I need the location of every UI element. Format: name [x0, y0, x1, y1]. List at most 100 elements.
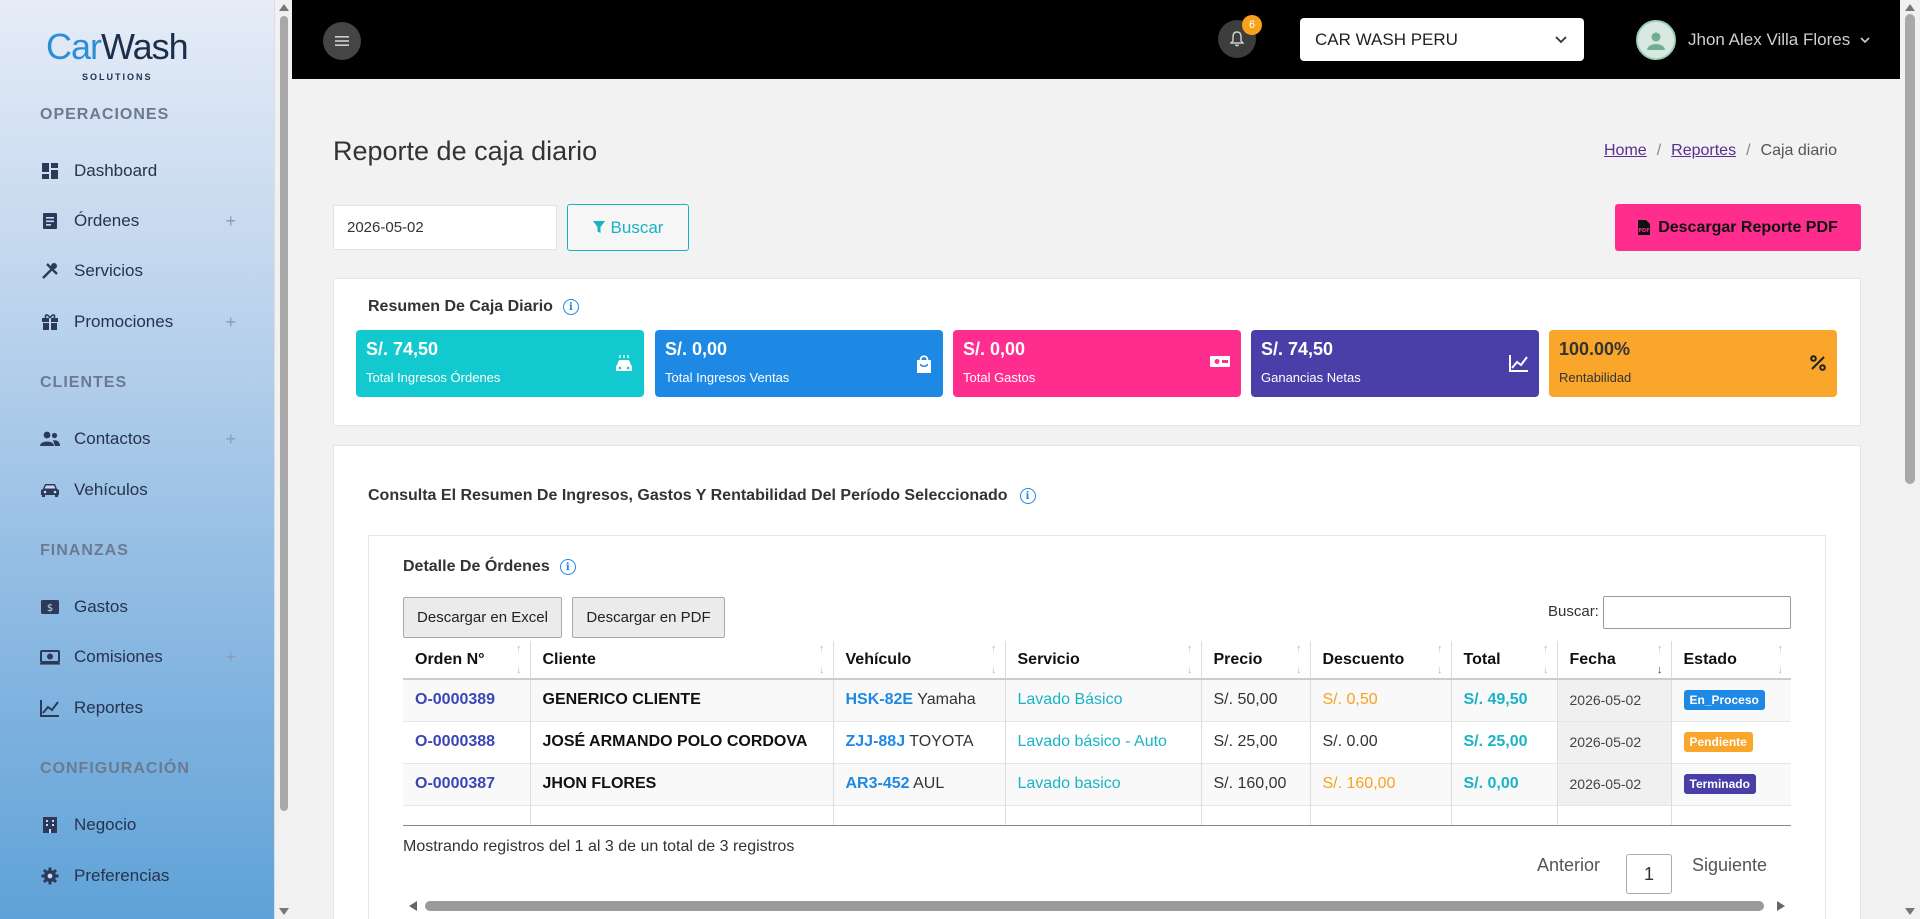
table-horizontal-scrollbar[interactable]	[403, 899, 1791, 913]
info-icon[interactable]: i	[1019, 488, 1036, 504]
status-cell: En_Proceso	[1671, 678, 1791, 721]
order-number-link[interactable]: O-0000388	[403, 720, 531, 763]
column-header[interactable]: Cliente ↑ ↓	[530, 641, 834, 679]
sidebar-item-servicios[interactable]: Servicios	[40, 253, 236, 289]
summary-title-text: Resumen De Caja Diario	[368, 298, 553, 315]
notifications-button[interactable]: 6	[1218, 15, 1262, 58]
plate-link[interactable]: HSK-82E	[846, 691, 914, 708]
card-rentabilidad: 100.00% Rentabilidad	[1549, 330, 1837, 397]
business-select[interactable]: CAR WASH PERU	[1300, 18, 1584, 61]
column-header[interactable]: Total ↑ ↓	[1451, 641, 1558, 679]
sidebar-item-reportes[interactable]: Reportes	[40, 690, 236, 726]
scroll-up-arrow[interactable]	[1905, 4, 1915, 11]
status-cell: Pendiente	[1671, 720, 1791, 763]
sidebar-item-contactos[interactable]: Contactos +	[40, 421, 236, 457]
column-header-label: Vehículo	[845, 650, 912, 668]
column-header[interactable]: Descuento ↑ ↓	[1310, 641, 1452, 679]
sidebar-item-gastos[interactable]: $ Gastos	[40, 589, 236, 625]
pagination-page[interactable]: 1	[1626, 854, 1672, 894]
breadcrumb-current: Caja diario	[1760, 142, 1837, 159]
scroll-left-arrow[interactable]	[409, 901, 417, 911]
column-header[interactable]: Vehículo ↑ ↓	[833, 641, 1006, 679]
sidebar-item-vehiculos[interactable]: Vehículos	[40, 472, 236, 508]
gear-icon	[40, 866, 60, 886]
user-menu[interactable]: Jhon Alex Villa Flores	[1636, 20, 1870, 60]
plate-link[interactable]: AR3-452	[846, 775, 910, 792]
orders-title-text: Detalle De Órdenes	[403, 558, 550, 575]
column-header[interactable]: Servicio ↑ ↓	[1005, 641, 1202, 679]
breadcrumb-separator: /	[1656, 142, 1662, 159]
table-row: O-0000388 JOSÉ ARMANDO POLO CORDOVA ZJJ-…	[403, 720, 1791, 763]
chart-line-icon	[1509, 355, 1528, 372]
scroll-down-arrow[interactable]	[1905, 908, 1915, 915]
expand-plus-icon[interactable]: +	[225, 429, 236, 450]
plate-link[interactable]: ZJJ-88J	[846, 733, 906, 750]
expand-plus-icon[interactable]: +	[225, 312, 236, 333]
sidebar-item-ordenes[interactable]: Órdenes +	[40, 203, 236, 239]
horizontal-scroll-thumb[interactable]	[425, 901, 1764, 911]
expand-plus-icon[interactable]: +	[225, 211, 236, 232]
date-input[interactable]: 2026-05-02	[333, 205, 557, 250]
breadcrumb-reportes-link[interactable]: Reportes	[1671, 142, 1736, 160]
column-header-label: Precio	[1213, 650, 1263, 668]
sidebar-scrollbar[interactable]	[274, 0, 292, 919]
order-number-link[interactable]: O-0000389	[403, 678, 531, 721]
scroll-down-arrow[interactable]	[279, 908, 289, 915]
page-scroll-thumb[interactable]	[1905, 14, 1915, 484]
table-search-label: Buscar:	[1548, 603, 1599, 620]
download-excel-button[interactable]: Descargar en Excel	[403, 597, 562, 638]
price-cell: S/. 160,00	[1201, 762, 1311, 805]
sidebar-item-preferencias[interactable]: Preferencias	[40, 858, 236, 894]
sort-asc-icon: ↑	[1187, 643, 1193, 655]
total-cell: S/. 25,00	[1451, 720, 1558, 763]
sidebar-item-comisiones[interactable]: Comisiones +	[40, 639, 236, 675]
chevron-down-icon	[1555, 36, 1567, 44]
logo-wash: Wash	[101, 26, 189, 67]
date-cell: 2026-05-02	[1557, 720, 1672, 763]
sidebar-scroll-thumb[interactable]	[280, 16, 288, 811]
section-operaciones: OPERACIONES	[40, 106, 170, 123]
table-row: O-0000387 JHON FLORES AR3-452 AUL Lavado…	[403, 762, 1791, 805]
car-icon	[40, 480, 60, 500]
pagination-next[interactable]: Siguiente	[1692, 855, 1767, 876]
money-icon: $	[40, 597, 60, 617]
download-pdf-button[interactable]: Descargar en PDF	[572, 597, 725, 638]
menu-toggle-button[interactable]	[323, 22, 361, 60]
card-total-gastos: S/. 0,00 Total Gastos	[953, 330, 1241, 397]
page-scrollbar[interactable]	[1900, 0, 1920, 919]
column-header[interactable]: Orden N° ↑ ↓	[403, 641, 531, 679]
card-total-ingresos-ventas: S/. 0,00 Total Ingresos Ventas	[655, 330, 943, 397]
scroll-right-arrow[interactable]	[1777, 901, 1785, 911]
sort-asc-icon: ↑	[1543, 643, 1549, 655]
order-number-link[interactable]: O-0000387	[403, 762, 531, 805]
column-header[interactable]: Estado ↑ ↓	[1671, 641, 1791, 679]
sidebar-item-negocio[interactable]: Negocio	[40, 807, 236, 843]
column-header-label: Orden N°	[415, 650, 485, 668]
vehicle-cell: AR3-452 AUL	[833, 762, 1006, 805]
scroll-up-arrow[interactable]	[279, 4, 289, 11]
expand-plus-icon[interactable]: +	[225, 647, 236, 668]
card-label: Rentabilidad	[1559, 370, 1632, 385]
sort-asc-icon: ↑	[1657, 643, 1663, 655]
breadcrumb-separator: /	[1746, 142, 1751, 159]
card-label: Ganancias Netas	[1261, 370, 1361, 385]
sort-desc-icon: ↓	[1777, 664, 1784, 676]
info-icon[interactable]: i	[562, 299, 579, 315]
table-footer-row	[403, 804, 1791, 826]
car-wash-icon	[616, 355, 632, 371]
orders-table: Orden N° ↑ ↓ Cliente ↑ ↓ Vehículo ↑ ↓ Servicio…	[403, 641, 1791, 826]
orders-title: Detalle De Órdenes i	[403, 558, 576, 576]
search-button[interactable]: Buscar	[567, 204, 689, 251]
info-icon[interactable]: i	[559, 559, 576, 575]
date-cell: 2026-05-02	[1557, 762, 1672, 805]
pagination-previous[interactable]: Anterior	[1537, 855, 1600, 876]
sidebar-item-dashboard[interactable]: Dashboard	[40, 153, 236, 189]
breadcrumb-home-link[interactable]: Home	[1604, 142, 1647, 160]
table-search-input[interactable]	[1603, 596, 1791, 629]
column-header[interactable]: Fecha ↑ ↓	[1557, 641, 1672, 679]
table-info-text: Mostrando registros del 1 al 3 de un tot…	[403, 838, 795, 855]
vehicle-cell: ZJJ-88J TOYOTA	[833, 720, 1006, 763]
sidebar-item-promociones[interactable]: Promociones +	[40, 304, 236, 340]
download-report-pdf-button[interactable]: PDF Descargar Reporte PDF	[1615, 204, 1861, 251]
column-header[interactable]: Precio ↑ ↓	[1201, 641, 1311, 679]
